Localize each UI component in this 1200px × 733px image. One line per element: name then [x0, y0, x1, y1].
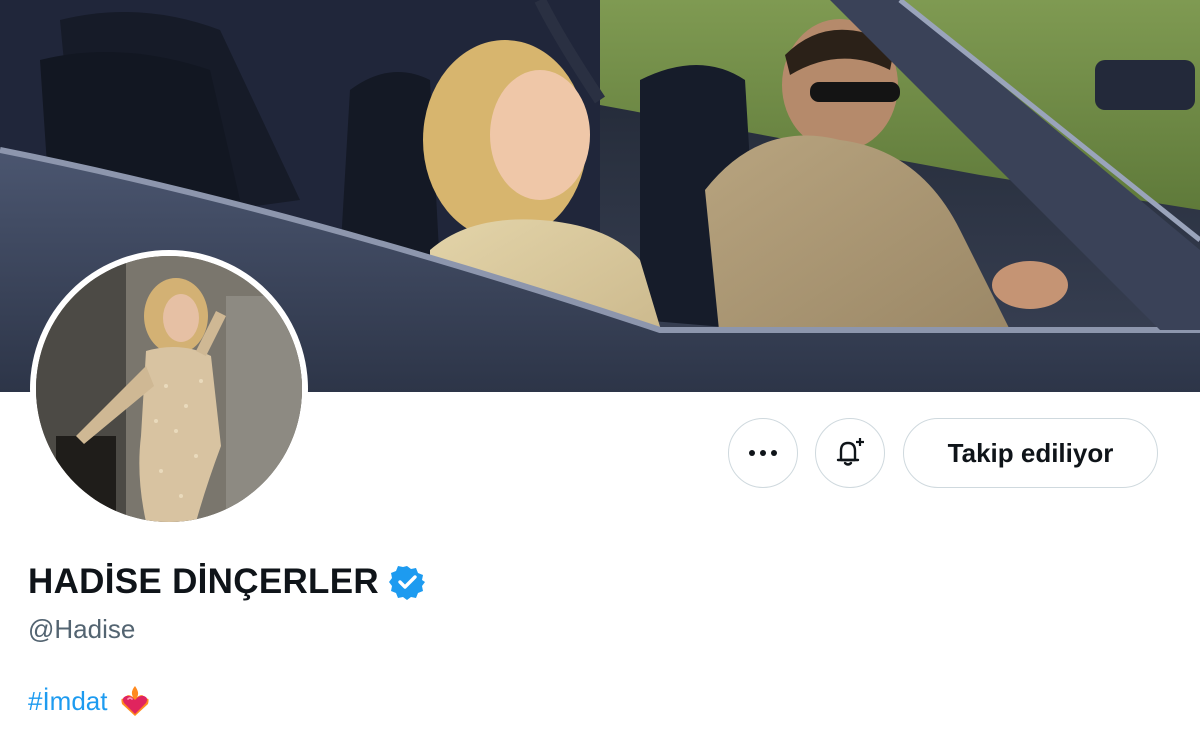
profile-handle: @Hadise — [28, 614, 136, 644]
bell-plus-icon — [836, 438, 864, 466]
profile-avatar[interactable] — [30, 250, 308, 528]
profile-bio: #İmdat — [28, 684, 152, 718]
following-button[interactable]: Takip ediliyor — [903, 418, 1158, 488]
display-name: HADİSE DİNÇERLER — [28, 562, 379, 601]
verified-badge-icon[interactable] — [388, 564, 425, 600]
profile-name-row: HADİSE DİNÇERLER — [28, 562, 425, 602]
more-horizontal-icon — [749, 450, 777, 456]
bio-hashtag-link[interactable]: #İmdat — [28, 686, 108, 717]
more-options-button[interactable] — [728, 418, 798, 488]
avatar-image — [36, 256, 302, 522]
notifications-button[interactable] — [815, 418, 885, 488]
heart-on-fire-emoji — [120, 686, 149, 716]
following-button-label: Takip ediliyor — [947, 437, 1114, 468]
